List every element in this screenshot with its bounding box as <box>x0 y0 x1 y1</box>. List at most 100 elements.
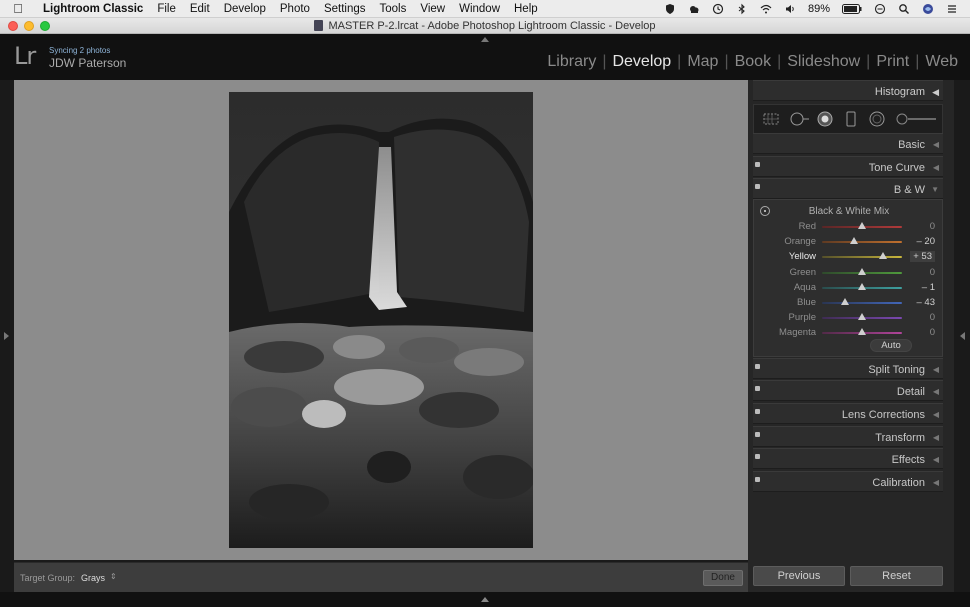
slider-thumb[interactable] <box>858 328 866 336</box>
reset-button[interactable]: Reset <box>850 566 943 586</box>
module-map[interactable]: Map <box>683 53 722 71</box>
slider-thumb[interactable] <box>858 222 866 229</box>
graduated-filter-icon[interactable] <box>844 111 858 127</box>
panel-toggle-switch[interactable] <box>755 364 760 369</box>
zoom-window-button[interactable] <box>40 21 50 31</box>
panel-header-effects[interactable]: Effects ◀ <box>753 448 943 469</box>
slider-value[interactable]: – 1 <box>922 282 935 293</box>
panel-header-tone-curve[interactable]: Tone Curve ◀ <box>753 156 943 177</box>
notification-center-icon[interactable] <box>940 3 964 15</box>
right-panel-edge <box>954 80 970 592</box>
collapse-right-panel-icon[interactable] <box>960 332 965 340</box>
volume-icon[interactable] <box>778 3 802 15</box>
siri-icon[interactable] <box>916 3 940 15</box>
slider-value[interactable]: 0 <box>930 327 935 338</box>
battery-icon[interactable] <box>836 3 868 14</box>
time-machine-icon[interactable] <box>706 3 730 15</box>
triangle-left-icon: ◀ <box>932 365 939 374</box>
slider-thumb[interactable] <box>857 282 866 290</box>
slider-row-red[interactable]: Red 0 <box>754 220 944 235</box>
previous-button[interactable]: Previous <box>753 566 845 586</box>
slider-row-purple[interactable]: Purple 0 <box>754 311 944 326</box>
slider-thumb[interactable] <box>858 267 866 275</box>
sync-status[interactable]: Syncing 2 photos <box>49 46 110 55</box>
module-print[interactable]: Print <box>872 53 913 71</box>
image-canvas[interactable] <box>14 80 748 560</box>
collapse-top-panel-icon[interactable] <box>481 37 489 42</box>
slider-thumb[interactable] <box>858 313 866 321</box>
minimize-window-button[interactable] <box>24 21 34 31</box>
module-develop[interactable]: Develop <box>608 53 675 71</box>
updown-arrows-icon[interactable]: ⇕ <box>110 572 117 581</box>
expand-filmstrip-icon[interactable] <box>481 597 489 602</box>
slider-row-aqua[interactable]: Aqua – 1 <box>754 281 944 296</box>
slider-row-orange[interactable]: Orange – 20 <box>754 235 944 250</box>
panel-toggle-switch[interactable] <box>755 409 760 414</box>
panel-header-lens-corrections[interactable]: Lens Corrections ◀ <box>753 403 943 424</box>
panel-toggle-switch[interactable] <box>755 184 760 189</box>
slider-value[interactable]: 0 <box>930 267 935 278</box>
menu-tools[interactable]: Tools <box>373 3 414 15</box>
slider-row-blue[interactable]: Blue – 43 <box>754 296 944 311</box>
menu-edit[interactable]: Edit <box>183 3 217 15</box>
slider-row-magenta[interactable]: Magenta 0 <box>754 326 944 341</box>
red-eye-icon[interactable] <box>816 111 834 127</box>
slider-track[interactable] <box>822 256 902 259</box>
panel-header-detail[interactable]: Detail ◀ <box>753 380 943 401</box>
close-window-button[interactable] <box>8 21 18 31</box>
menu-window[interactable]: Window <box>452 3 507 15</box>
menu-photo[interactable]: Photo <box>273 3 317 15</box>
menu-help[interactable]: Help <box>507 3 545 15</box>
adjustment-brush-icon[interactable] <box>894 111 938 127</box>
slider-value[interactable]: 0 <box>930 221 935 232</box>
slider-thumb[interactable] <box>840 298 849 305</box>
auto-button[interactable]: Auto <box>870 339 912 352</box>
slider-value[interactable]: 0 <box>930 312 935 323</box>
panel-header-histogram[interactable]: Histogram ◀ <box>753 80 943 101</box>
clock-icon[interactable] <box>868 3 892 15</box>
menu-develop[interactable]: Develop <box>217 3 273 15</box>
panel-header-split-toning[interactable]: Split Toning ◀ <box>753 358 943 379</box>
bluetooth-icon[interactable] <box>730 3 754 15</box>
panel-toggle-switch[interactable] <box>755 432 760 437</box>
apple-icon[interactable]:  <box>0 1 36 16</box>
module-book[interactable]: Book <box>731 53 775 71</box>
slider-value[interactable]: + 53 <box>910 251 935 263</box>
module-slideshow[interactable]: Slideshow <box>783 53 864 71</box>
slider-thumb[interactable] <box>850 237 858 245</box>
photo-preview[interactable] <box>229 92 533 548</box>
triangle-left-icon: ◀ <box>932 410 939 419</box>
module-library[interactable]: Library <box>543 53 600 71</box>
radial-filter-icon[interactable] <box>868 111 886 127</box>
panel-footer: Previous Reset <box>753 566 943 588</box>
slider-value[interactable]: – 43 <box>917 297 936 308</box>
menu-lightroom[interactable]: Lightroom Classic <box>36 3 150 15</box>
panel-toggle-switch[interactable] <box>755 162 760 167</box>
crop-overlay-icon[interactable] <box>762 111 780 127</box>
target-group-select[interactable]: Grays <box>81 573 105 583</box>
menu-view[interactable]: View <box>413 3 452 15</box>
search-icon[interactable] <box>892 3 916 15</box>
slider-value[interactable]: – 20 <box>917 236 936 247</box>
expand-left-panel-icon[interactable] <box>4 332 9 340</box>
panel-header-calibration[interactable]: Calibration ◀ <box>753 471 943 492</box>
panel-header-transform[interactable]: Transform ◀ <box>753 426 943 447</box>
done-button[interactable]: Done <box>703 570 743 586</box>
slider-track[interactable] <box>822 241 902 244</box>
panel-header-bw[interactable]: B & W ▼ <box>753 178 943 199</box>
slider-track[interactable] <box>822 302 902 304</box>
panel-header-basic[interactable]: Basic ◀ <box>753 133 943 154</box>
slider-thumb[interactable] <box>879 252 888 260</box>
menu-settings[interactable]: Settings <box>317 3 373 15</box>
panel-toggle-switch[interactable] <box>755 454 760 459</box>
cloud-icon[interactable] <box>682 3 706 15</box>
menu-file[interactable]: File <box>150 3 183 15</box>
shield-icon[interactable] <box>658 3 682 15</box>
slider-row-yellow[interactable]: Yellow + 53 <box>754 250 944 265</box>
wifi-icon[interactable] <box>754 3 778 15</box>
spot-removal-icon[interactable] <box>788 111 810 127</box>
module-web[interactable]: Web <box>921 53 962 71</box>
panel-toggle-switch[interactable] <box>755 386 760 391</box>
slider-row-green[interactable]: Green 0 <box>754 266 944 281</box>
panel-toggle-switch[interactable] <box>755 477 760 482</box>
